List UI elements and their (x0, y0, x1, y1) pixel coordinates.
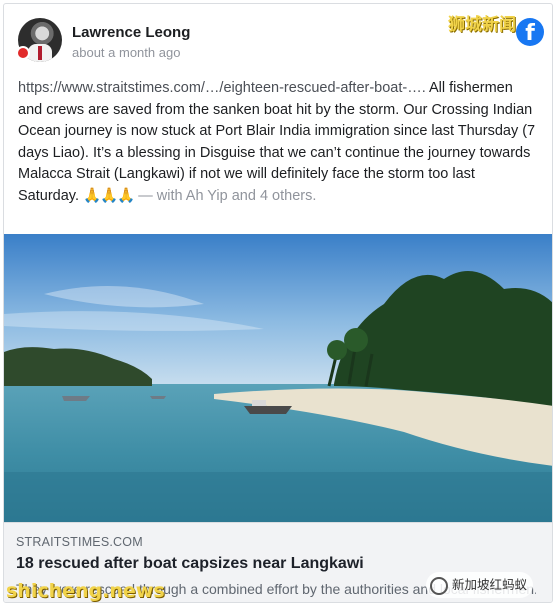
post-timestamp[interactable]: about a month ago (72, 45, 180, 60)
small-boat (62, 396, 90, 401)
facebook-post-card: Lawrence Leong about a month ago 狮城新闻 f … (3, 3, 553, 603)
author-name[interactable]: Lawrence Leong (72, 24, 190, 41)
praying-hands-emoji: 🙏🙏🙏 (83, 187, 135, 204)
tagged-people[interactable]: — with Ah Yip and 4 others. (134, 188, 316, 204)
avatar-badge (16, 46, 30, 60)
foreground-water (4, 472, 552, 522)
boat (244, 406, 292, 414)
watermark-bottom-right: 新加坡红蚂蚁 (426, 572, 534, 598)
preview-domain: STRAITSTIMES.COM (16, 535, 143, 549)
boat-cabin (252, 400, 266, 406)
post-text: https://www.straitstimes.com/…/eighteen-… (18, 78, 538, 207)
post-body: All fishermen and crews are saved from t… (18, 80, 536, 204)
facebook-logo-icon: f (516, 18, 544, 46)
watermark-bottom-right-text: 新加坡红蚂蚁 (452, 578, 528, 592)
small-boat (150, 396, 166, 399)
watermark-top-right: 狮城新闻 (448, 15, 516, 35)
post-link[interactable]: https://www.straitstimes.com/…/eighteen-… (18, 80, 426, 96)
preview-headline[interactable]: 18 rescued after boat capsizes near Lang… (16, 555, 364, 573)
wechat-icon (430, 576, 448, 595)
post-header: Lawrence Leong about a month ago 狮城新闻 f (4, 4, 552, 76)
palm-crown (344, 328, 368, 352)
watermark-bottom-left: shicheng.news (6, 580, 165, 602)
beach-photo[interactable] (4, 234, 552, 522)
palm-crown (327, 340, 347, 360)
beach-photo-illustration (4, 234, 552, 522)
avatar-tie (38, 46, 42, 60)
